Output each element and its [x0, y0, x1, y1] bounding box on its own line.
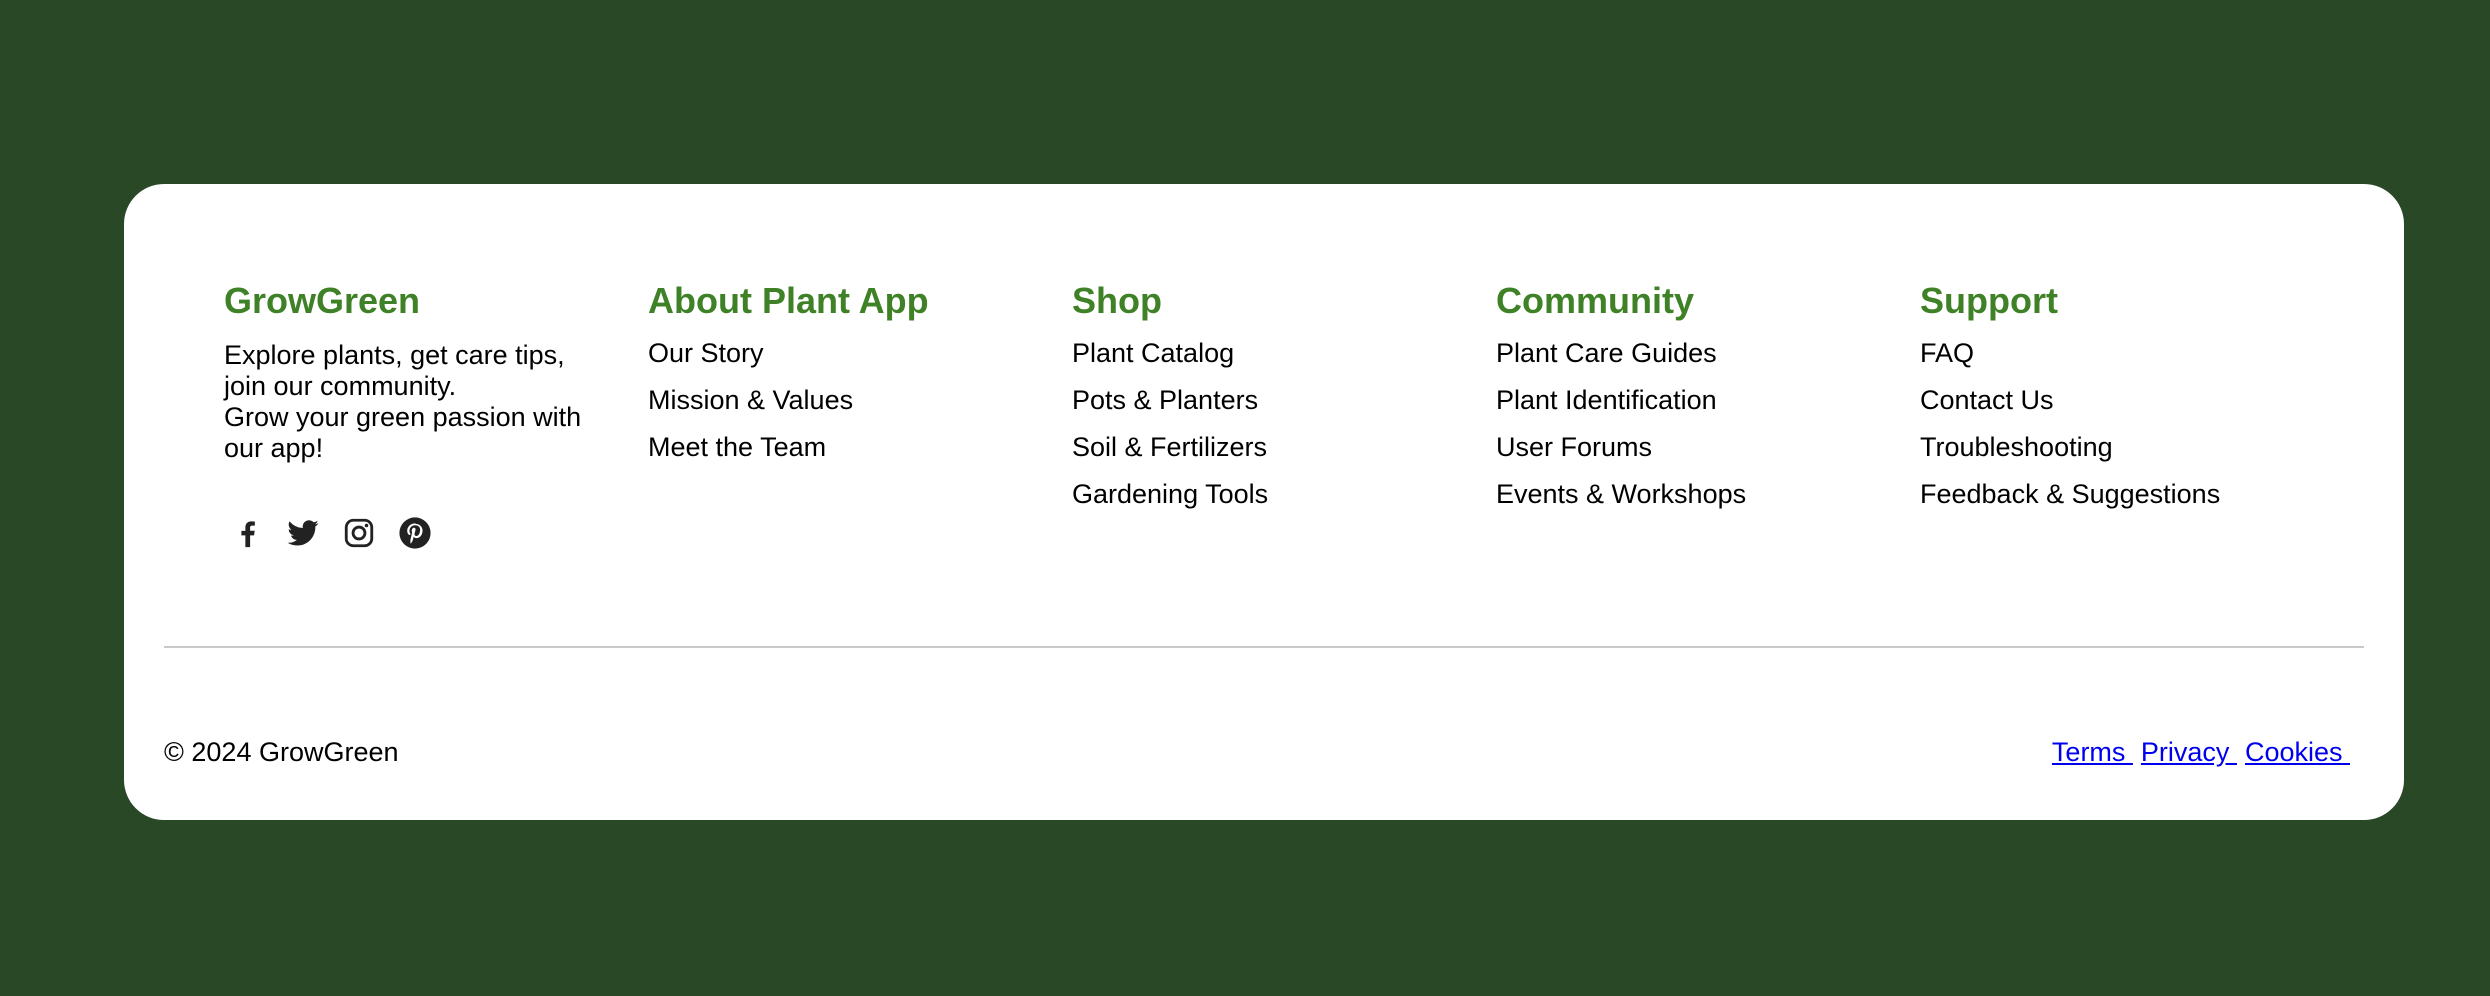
footer-link-feedback-suggestions[interactable]: Feedback & Suggestions	[1920, 479, 2344, 510]
about-title: About Plant App	[648, 280, 929, 321]
footer-link-gardening-tools[interactable]: Gardening Tools	[1072, 479, 1496, 510]
footer-divider	[164, 646, 2364, 648]
terms-link[interactable]: Terms	[2052, 737, 2133, 768]
support-title: Support	[1920, 280, 2058, 321]
footer-link-soil-fertilizers[interactable]: Soil & Fertilizers	[1072, 432, 1496, 463]
footer-col-shop: Shop Plant Catalog Pots & Planters Soil …	[1072, 278, 1496, 550]
cookies-link[interactable]: Cookies	[2245, 737, 2350, 768]
footer-link-contact-us[interactable]: Contact Us	[1920, 385, 2344, 416]
brand-description: Explore plants, get care tips, join our …	[224, 340, 614, 464]
social-links	[230, 516, 648, 550]
footer-columns: GrowGreen Explore plants, get care tips,…	[224, 278, 2344, 550]
pinterest-icon[interactable]	[398, 516, 432, 550]
footer-col-community: Community Plant Care Guides Plant Identi…	[1496, 278, 1920, 550]
footer-col-about: About Plant App Our Story Mission & Valu…	[648, 278, 1072, 550]
community-title: Community	[1496, 280, 1694, 321]
twitter-icon[interactable]	[286, 516, 320, 550]
shop-links: Plant Catalog Pots & Planters Soil & Fer…	[1072, 338, 1496, 510]
footer-link-meet-the-team[interactable]: Meet the Team	[648, 432, 1072, 463]
footer-col-brand: GrowGreen Explore plants, get care tips,…	[224, 278, 648, 550]
footer-link-mission-values[interactable]: Mission & Values	[648, 385, 1072, 416]
community-links: Plant Care Guides Plant Identification U…	[1496, 338, 1920, 510]
legal-links: Terms Privacy Cookies	[2052, 737, 2350, 768]
facebook-icon[interactable]	[230, 516, 264, 550]
instagram-icon[interactable]	[342, 516, 376, 550]
footer-link-faq[interactable]: FAQ	[1920, 338, 2344, 369]
brand-name: GrowGreen	[224, 280, 421, 321]
footer-link-plant-catalog[interactable]: Plant Catalog	[1072, 338, 1496, 369]
footer-col-support: Support FAQ Contact Us Troubleshooting F…	[1920, 278, 2344, 550]
footer-link-user-forums[interactable]: User Forums	[1496, 432, 1920, 463]
privacy-link[interactable]: Privacy	[2141, 737, 2237, 768]
footer-link-troubleshooting[interactable]: Troubleshooting	[1920, 432, 2344, 463]
support-links: FAQ Contact Us Troubleshooting Feedback …	[1920, 338, 2344, 510]
footer-link-our-story[interactable]: Our Story	[648, 338, 1072, 369]
shop-title: Shop	[1072, 280, 1162, 321]
footer-link-events-workshops[interactable]: Events & Workshops	[1496, 479, 1920, 510]
footer-link-plant-care-guides[interactable]: Plant Care Guides	[1496, 338, 1920, 369]
brand-description-line: Explore plants, get care tips, join our …	[224, 340, 565, 401]
about-links: Our Story Mission & Values Meet the Team	[648, 338, 1072, 463]
footer-link-pots-planters[interactable]: Pots & Planters	[1072, 385, 1496, 416]
copyright-text: © 2024 GrowGreen	[164, 737, 399, 767]
brand-description-line: Grow your green passion with our app!	[224, 402, 582, 463]
footer-link-plant-identification[interactable]: Plant Identification	[1496, 385, 1920, 416]
site-footer: GrowGreen Explore plants, get care tips,…	[124, 184, 2404, 820]
